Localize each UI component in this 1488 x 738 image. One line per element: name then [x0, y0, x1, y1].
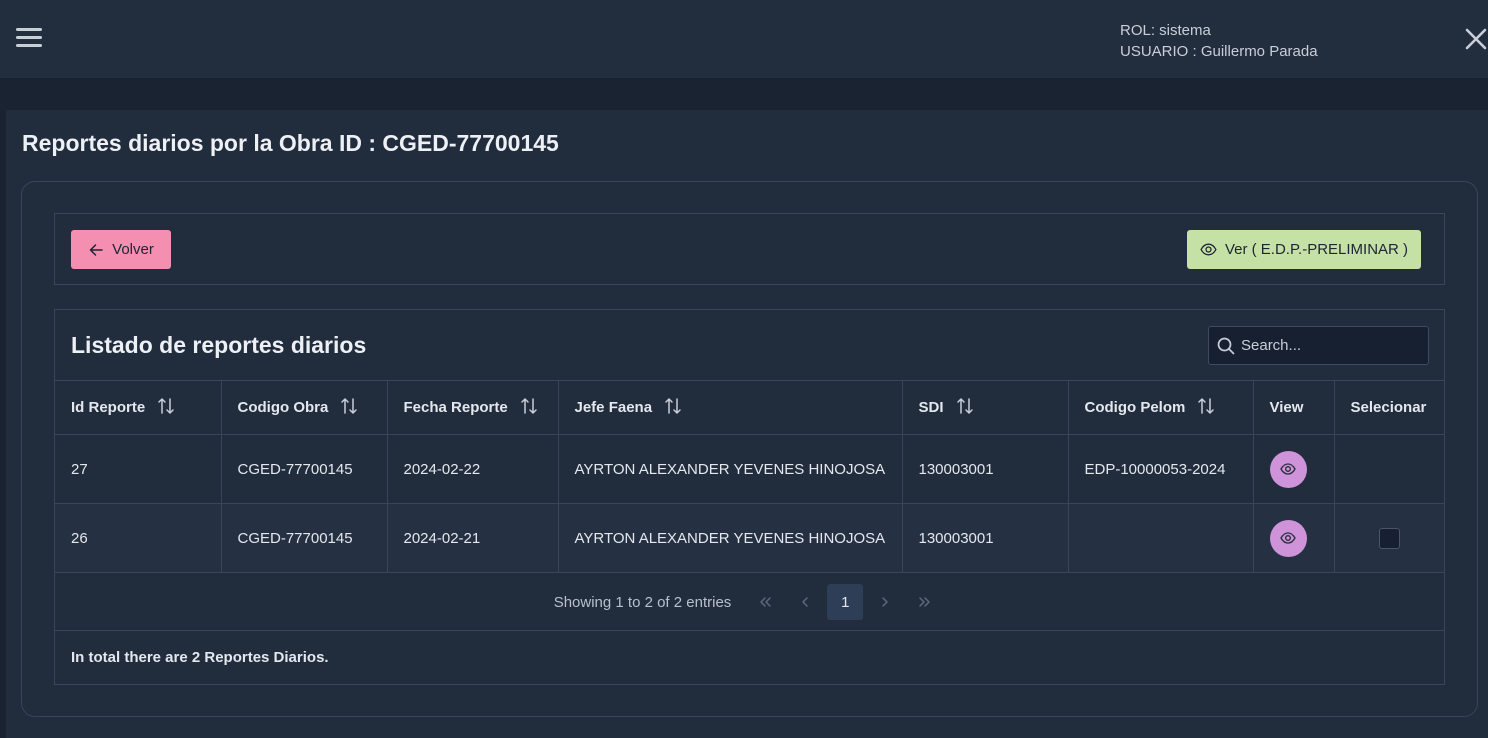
page-button-current[interactable]: 1 — [827, 584, 864, 620]
chevron-left-icon — [802, 597, 809, 607]
content-card: Volver Ver ( E.D.P.-PRELIMINAR ) Listado… — [21, 181, 1478, 717]
cell-obra: CGED-77700145 — [220, 503, 388, 573]
col-label: Codigo Obra — [237, 398, 329, 416]
user-role: ROL: sistema — [1120, 22, 1211, 39]
sort-icon[interactable] — [1197, 397, 1215, 419]
col-selecionar: Selecionar — [1333, 380, 1444, 435]
cell-fecha: 2024-02-21 — [386, 503, 559, 573]
cell-pelom — [1067, 503, 1254, 573]
cell-id: 26 — [55, 503, 222, 573]
cell-jefe: AYRTON ALEXANDER YEVENES HINOJOSA — [557, 503, 903, 573]
sort-icon[interactable] — [520, 397, 538, 419]
col-label: Jefe Faena — [574, 398, 653, 416]
table-footer-summary: In total there are 2 Reportes Diarios. — [71, 649, 329, 666]
table-row: 27 CGED-77700145 2024-02-22 AYRTON ALEXA… — [55, 434, 1444, 504]
col-id-reporte[interactable]: Id Reporte — [55, 380, 222, 435]
sort-icon[interactable] — [956, 397, 974, 419]
preview-edp-button[interactable]: Ver ( E.D.P.-PRELIMINAR ) — [1187, 230, 1421, 269]
page-title: Reportes diarios por la Obra ID : CGED-7… — [22, 130, 559, 156]
top-bar: ROL: sistema USUARIO : Guillermo Parada — [0, 0, 1488, 79]
col-label: SDI — [918, 398, 944, 416]
menu-icon[interactable] — [16, 28, 42, 50]
back-button[interactable]: Volver — [71, 230, 171, 269]
col-view: View — [1252, 380, 1335, 435]
reports-table: Id Reporte Codigo Obra Fecha Reporte Jef… — [55, 380, 1444, 573]
cell-pelom: EDP-10000053-2024 — [1067, 434, 1254, 504]
sort-icon[interactable] — [664, 397, 682, 419]
col-label: Selecionar — [1350, 399, 1427, 416]
action-toolbar: Volver Ver ( E.D.P.-PRELIMINAR ) — [54, 213, 1445, 285]
eye-icon — [1280, 463, 1296, 475]
prev-page-button[interactable] — [787, 584, 823, 620]
cell-select — [1333, 434, 1444, 504]
cell-fecha: 2024-02-22 — [386, 434, 559, 504]
col-jefe-faena[interactable]: Jefe Faena — [557, 380, 903, 435]
preview-edp-label: Ver ( E.D.P.-PRELIMINAR ) — [1224, 241, 1409, 258]
cell-id: 27 — [55, 434, 222, 504]
search-input[interactable] — [1241, 337, 1421, 354]
close-icon[interactable] — [1464, 27, 1488, 53]
col-label: Id Reporte — [71, 398, 146, 416]
cell-select — [1333, 503, 1444, 573]
cell-view — [1252, 503, 1335, 573]
user-name: USUARIO : Guillermo Parada — [1120, 43, 1318, 60]
table-title: Listado de reportes diarios — [71, 332, 367, 358]
col-label: Fecha Reporte — [403, 398, 508, 416]
cell-jefe: AYRTON ALEXANDER YEVENES HINOJOSA — [557, 434, 903, 504]
view-report-button[interactable] — [1269, 519, 1307, 557]
next-page-button[interactable] — [867, 584, 903, 620]
reports-table-card: Listado de reportes diarios Id Reporte C… — [54, 309, 1445, 685]
eye-icon — [1200, 243, 1217, 256]
paginator-report: Showing 1 to 2 of 2 entries — [553, 593, 732, 611]
first-page-button[interactable] — [747, 584, 783, 620]
col-codigo-pelom[interactable]: Codigo Pelom — [1067, 380, 1254, 435]
table-row: 26 CGED-77700145 2024-02-21 AYRTON ALEXA… — [55, 503, 1444, 573]
col-label: Codigo Pelom — [1084, 398, 1186, 416]
last-page-button[interactable] — [907, 584, 943, 620]
search-box — [1208, 326, 1429, 365]
cell-sdi: 130003001 — [901, 434, 1069, 504]
chevrons-left-icon — [760, 597, 772, 607]
chevrons-right-icon — [919, 597, 931, 607]
eye-icon — [1280, 532, 1296, 544]
col-fecha-reporte[interactable]: Fecha Reporte — [386, 380, 559, 435]
cell-sdi: 130003001 — [901, 503, 1069, 573]
paginator: Showing 1 to 2 of 2 entries 1 — [55, 574, 1444, 631]
col-codigo-obra[interactable]: Codigo Obra — [220, 380, 388, 435]
col-label: View — [1269, 399, 1304, 416]
cell-obra: CGED-77700145 — [220, 434, 388, 504]
chevron-right-icon — [882, 597, 889, 607]
sort-icon[interactable] — [157, 397, 175, 419]
main-content: Reportes diarios por la Obra ID : CGED-7… — [6, 110, 1488, 738]
user-info: ROL: sistema USUARIO : Guillermo Parada — [1120, 20, 1318, 62]
search-icon — [1217, 337, 1235, 354]
col-sdi[interactable]: SDI — [901, 380, 1069, 435]
select-checkbox[interactable] — [1378, 527, 1400, 549]
table-header-row: Id Reporte Codigo Obra Fecha Reporte Jef… — [55, 380, 1444, 435]
cell-view — [1252, 434, 1335, 504]
arrow-left-icon — [89, 243, 103, 256]
sort-icon[interactable] — [340, 397, 358, 419]
back-button-label: Volver — [112, 241, 154, 258]
view-report-button[interactable] — [1269, 450, 1307, 488]
